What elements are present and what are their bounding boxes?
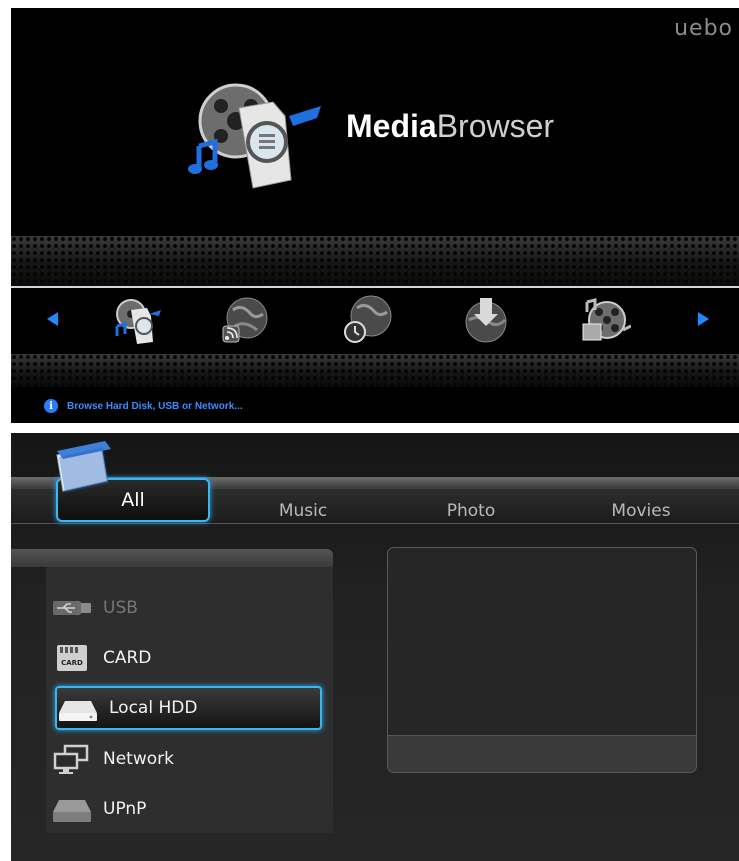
usb-icon: [53, 601, 91, 615]
tab-photo[interactable]: Photo: [396, 493, 546, 529]
carousel-left-arrow-icon[interactable]: [47, 312, 58, 326]
tab-movies[interactable]: Movies: [566, 493, 716, 529]
card-icon-text: CARD: [61, 659, 83, 667]
folder-icon: [56, 441, 111, 493]
app-title-light: Browser: [436, 108, 555, 144]
network-computers-icon: [53, 744, 89, 774]
device-item-card[interactable]: CARD CARD: [51, 638, 319, 678]
device-item-local-hdd[interactable]: Local HDD: [55, 686, 322, 730]
device-list-header: [11, 549, 333, 567]
info-hint-text: Browse Hard Disk, USB or Network...: [67, 400, 243, 412]
media-browser-hero-icon: [188, 83, 321, 189]
device-label-local-hdd: Local HDD: [109, 698, 198, 718]
device-item-network[interactable]: Network: [51, 739, 319, 779]
device-label-upnp: UPnP: [103, 799, 147, 819]
device-item-upnp[interactable]: UPnP: [51, 789, 319, 829]
media-browser-screen: uebo MediaBrowser i Browse Hard Disk, US…: [11, 8, 739, 423]
app-title: MediaBrowser: [346, 108, 554, 145]
hard-drive-icon: [59, 701, 97, 721]
brand-logo: uebo: [674, 16, 733, 41]
device-label-usb: USB: [103, 598, 138, 618]
web-globe-icon[interactable]: [341, 294, 395, 348]
device-label-network: Network: [103, 749, 174, 769]
app-carousel: [11, 286, 739, 356]
memory-card-icon: CARD: [57, 645, 87, 671]
info-icon: i: [44, 399, 58, 413]
movie-music-icon[interactable]: [577, 294, 631, 348]
preview-info-bar: [388, 735, 696, 772]
download-globe-icon[interactable]: [459, 294, 513, 348]
app-title-bold: Media: [346, 108, 437, 144]
category-tabs: All Music Photo Movies: [11, 478, 739, 524]
rss-globe-icon[interactable]: [219, 294, 273, 348]
file-browser-screen: All Music Photo Movies USB CARD CARD Loc…: [11, 433, 739, 861]
carousel-right-arrow-icon[interactable]: [698, 312, 709, 326]
upnp-drive-icon: [53, 800, 91, 822]
speaker-grille-bottom: [11, 354, 739, 387]
device-item-usb[interactable]: USB: [51, 588, 319, 628]
tab-music[interactable]: Music: [228, 493, 378, 529]
device-label-card: CARD: [103, 648, 152, 668]
media-browser-icon[interactable]: [109, 294, 163, 348]
preview-pane: [387, 547, 697, 773]
speaker-grille-top: [11, 236, 739, 286]
info-hint: i Browse Hard Disk, USB or Network...: [44, 399, 243, 413]
